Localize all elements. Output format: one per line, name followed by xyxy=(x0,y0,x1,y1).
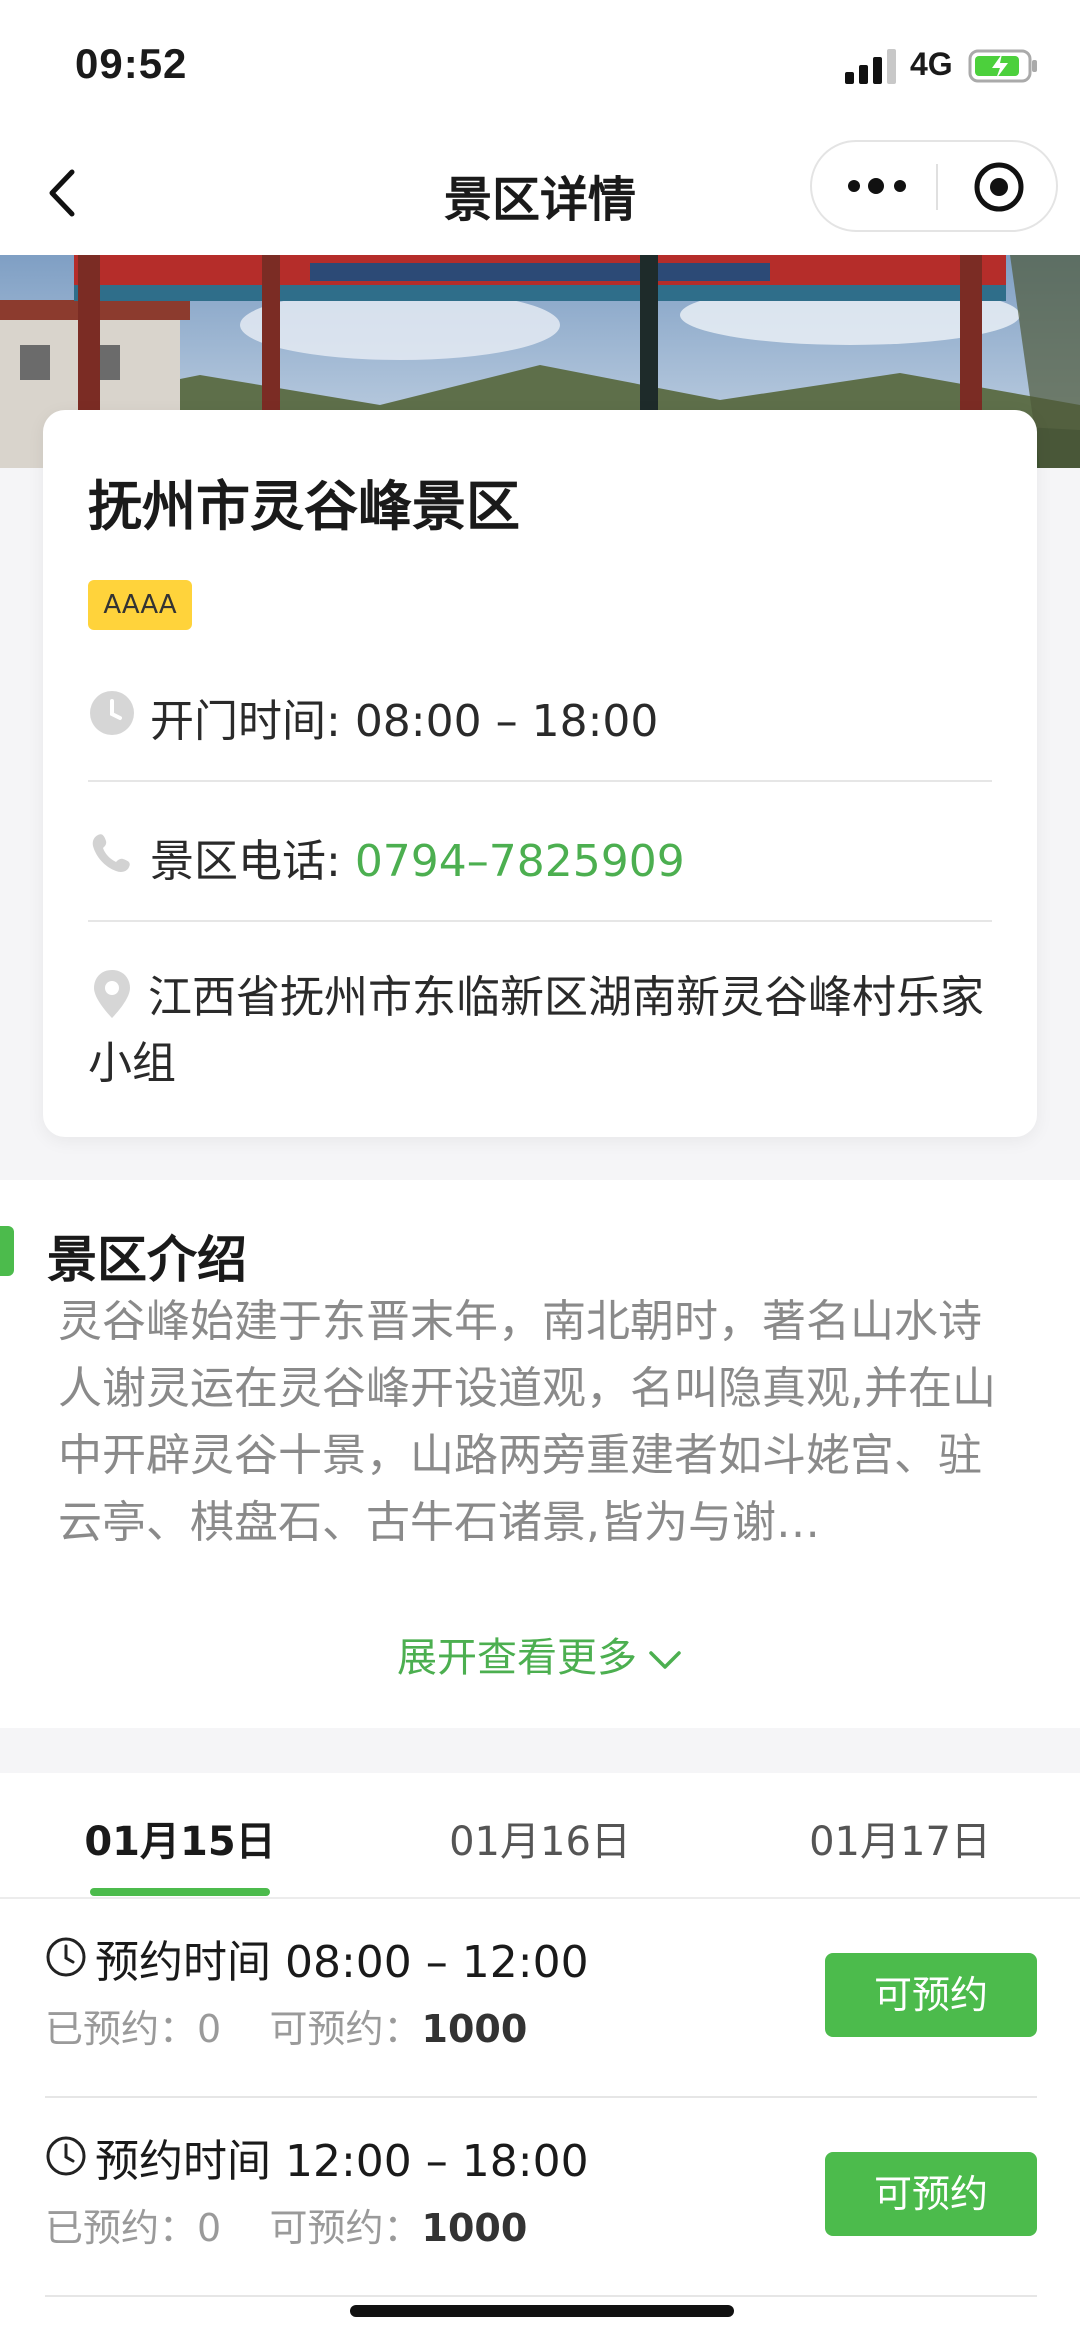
location-pin-icon xyxy=(94,970,130,1018)
battery-icon xyxy=(968,49,1037,83)
booked-count: 0 xyxy=(197,2007,222,2051)
hours-label: 开门时间: xyxy=(150,696,355,747)
slot-time: 预约时间 08:00 – 12:00 xyxy=(95,1937,589,1988)
phone-label: 景区电话: xyxy=(150,836,355,887)
available-count: 1000 xyxy=(421,2206,528,2250)
available-label: 可预约： xyxy=(269,2206,422,2250)
address-text: 江西省抚州市东临新区湖南新灵谷峰村乐家小组 xyxy=(88,972,984,1089)
address-row[interactable]: 江西省抚州市东临新区湖南新灵谷峰村乐家小组 xyxy=(88,965,998,1097)
phone-icon xyxy=(92,834,130,872)
booked-label: 已预约： xyxy=(45,2206,198,2250)
clock-icon xyxy=(90,691,134,735)
hours-value: 08:00 – 18:00 xyxy=(354,696,659,747)
clock-icon xyxy=(46,2136,86,2176)
reserve-button[interactable]: 可预约 xyxy=(825,1953,1037,2037)
divider xyxy=(88,920,992,922)
booked-count: 0 xyxy=(197,2206,222,2250)
clock-icon xyxy=(46,1937,86,1977)
active-tab-indicator xyxy=(90,1888,270,1896)
available-count: 1000 xyxy=(421,2007,528,2051)
available-label: 可预约： xyxy=(269,2007,422,2051)
more-icon[interactable] xyxy=(844,166,914,206)
scenic-info-card: 抚州市灵谷峰景区 AAAA 开门时间: 08:00 – 18:00 景区电话: … xyxy=(43,410,1037,1137)
miniprogram-capsule xyxy=(810,140,1058,232)
date-tab[interactable]: 01月17日 xyxy=(750,1809,1050,1867)
slot-counts: 已预约：0 可预约：1000 xyxy=(45,2197,527,2252)
slot-counts: 已预约：0 可预约：1000 xyxy=(45,1998,527,2053)
network-type: 4G xyxy=(910,46,953,82)
booked-label: 已预约： xyxy=(45,2007,198,2051)
nav-bar: 景区详情 xyxy=(0,130,1080,255)
phone-number-link[interactable]: 0794–7825909 xyxy=(355,836,685,887)
section-accent-bar xyxy=(0,1226,14,1276)
date-tab[interactable]: 01月16日 xyxy=(390,1809,690,1867)
intro-title: 景区介绍 xyxy=(47,1231,247,1289)
divider xyxy=(45,2295,1037,2297)
time-slot: 预约时间 12:00 – 18:00 已预约：0 可预约：1000 可预约 xyxy=(0,2097,1080,2297)
expand-more-label: 展开查看更多 xyxy=(397,1635,637,1681)
divider xyxy=(88,780,992,782)
status-time: 09:52 xyxy=(75,40,188,87)
signal-icon xyxy=(845,49,896,84)
home-indicator[interactable] xyxy=(350,2305,734,2317)
date-tab[interactable]: 01月15日 xyxy=(30,1809,330,1867)
time-slot: 预约时间 08:00 – 12:00 已预约：0 可预约：1000 可预约 xyxy=(0,1898,1080,2098)
expand-more-button[interactable]: 展开查看更多 xyxy=(0,1625,1080,1683)
status-bar: 09:52 4G xyxy=(0,0,1080,130)
intro-text: 灵谷峰始建于东晋末年，南北朝时，著名山水诗人谢灵运在灵谷峰开设道观，名叫隐真观,… xyxy=(58,1296,996,1548)
reservation-section: 01月15日 01月16日 01月17日 预约时间 08:00 – 12:00 … xyxy=(0,1773,1080,2338)
slot-time: 预约时间 12:00 – 18:00 xyxy=(95,2136,589,2187)
chevron-down-icon xyxy=(649,1651,681,1669)
reserve-button[interactable]: 可预约 xyxy=(825,2152,1037,2236)
scenic-name: 抚州市灵谷峰景区 xyxy=(88,475,520,538)
rating-badge: AAAA xyxy=(88,580,192,630)
intro-section: 景区介绍 灵谷峰始建于东晋末年，南北朝时，著名山水诗人谢灵运在灵谷峰开设道观，名… xyxy=(0,1180,1080,1728)
close-target-icon[interactable] xyxy=(972,160,1026,214)
capsule-divider xyxy=(936,164,938,210)
